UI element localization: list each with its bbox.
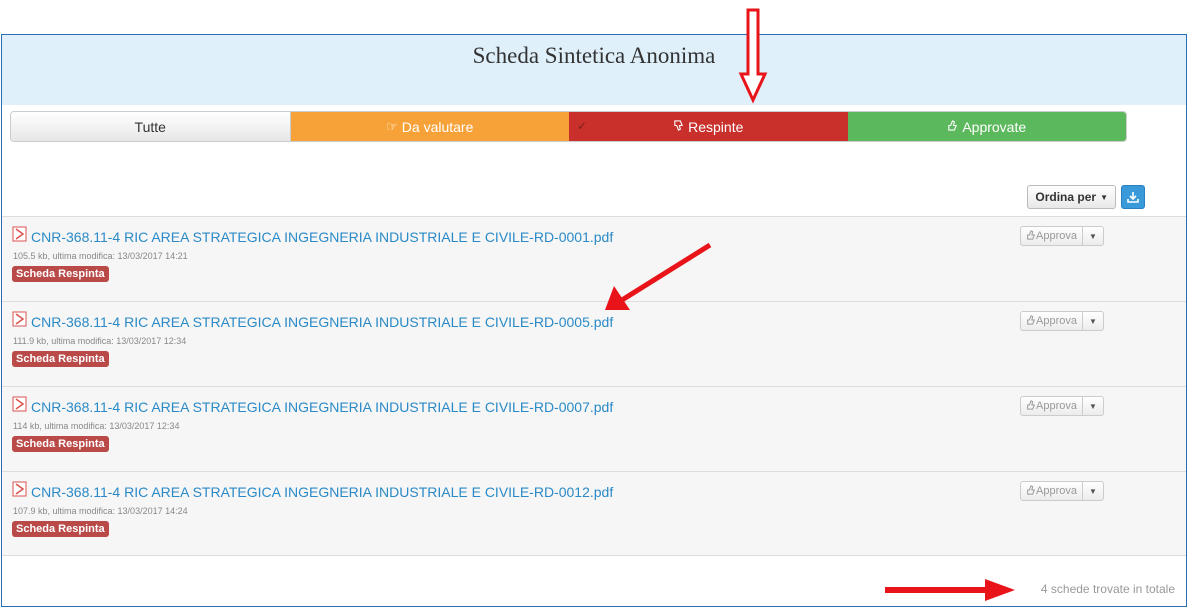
- approve-button[interactable]: Approva: [1021, 482, 1083, 500]
- thumbs-down-icon: [673, 119, 684, 134]
- annotation-arrow-diagonal: [605, 242, 712, 310]
- check-icon: ✓: [577, 119, 588, 133]
- status-badge: Scheda Respinta: [12, 521, 109, 537]
- approve-button-group: Approva ▼: [1020, 226, 1104, 246]
- tab-all[interactable]: Tutte: [11, 112, 291, 141]
- thumbs-up-icon: [1026, 484, 1036, 498]
- page-header: Scheda Sintetica Anonima: [2, 35, 1186, 105]
- sort-button-label: Ordina per: [1035, 190, 1097, 204]
- file-list: CNR-368.11-4 RIC AREA STRATEGICA INGEGNE…: [2, 216, 1186, 556]
- list-item: CNR-368.11-4 RIC AREA STRATEGICA INGEGNE…: [2, 301, 1186, 386]
- approve-button[interactable]: Approva: [1021, 312, 1083, 330]
- sort-button[interactable]: Ordina per ▼: [1027, 185, 1116, 209]
- annotation-arrow-down: [738, 8, 768, 104]
- main-panel: Scheda Sintetica Anonima Tutte ☞ Da valu…: [1, 34, 1187, 607]
- file-link[interactable]: CNR-368.11-4 RIC AREA STRATEGICA INGEGNE…: [31, 484, 613, 500]
- tab-all-label: Tutte: [134, 118, 166, 135]
- approve-button-group: Approva ▼: [1020, 396, 1104, 416]
- download-icon: [1127, 192, 1139, 203]
- caret-down-icon: ▼: [1100, 192, 1108, 202]
- tab-pending-label: Da valutare: [401, 118, 474, 135]
- pdf-icon: [12, 481, 27, 497]
- page-title: Scheda Sintetica Anonima: [472, 43, 716, 68]
- pdf-icon: [12, 311, 27, 327]
- list-item: CNR-368.11-4 RIC AREA STRATEGICA INGEGNE…: [2, 216, 1186, 301]
- thumbs-up-icon: [947, 119, 958, 134]
- approve-button-group: Approva ▼: [1020, 481, 1104, 501]
- approve-button[interactable]: Approva: [1021, 227, 1083, 245]
- tab-rejected-label: Respinte: [688, 118, 744, 135]
- approve-button[interactable]: Approva: [1021, 397, 1083, 415]
- approve-dropdown-toggle[interactable]: ▼: [1083, 482, 1103, 500]
- approve-dropdown-toggle[interactable]: ▼: [1083, 312, 1103, 330]
- approve-dropdown-toggle[interactable]: ▼: [1083, 227, 1103, 245]
- thumbs-right-icon: ☞: [386, 118, 398, 134]
- list-item: CNR-368.11-4 RIC AREA STRATEGICA INGEGNE…: [2, 386, 1186, 471]
- approve-label: Approva: [1036, 315, 1077, 327]
- file-meta: 114 kb, ultima modifica: 13/03/2017 12:3…: [13, 421, 180, 431]
- status-badge: Scheda Respinta: [12, 351, 109, 367]
- file-link[interactable]: CNR-368.11-4 RIC AREA STRATEGICA INGEGNE…: [31, 229, 613, 245]
- list-item: CNR-368.11-4 RIC AREA STRATEGICA INGEGNE…: [2, 471, 1186, 556]
- tab-rejected[interactable]: ✓ Respinte: [569, 112, 848, 141]
- thumbs-up-icon: [1026, 399, 1036, 413]
- filter-tabs: Tutte ☞ Da valutare ✓ Respinte Approvate: [10, 111, 1127, 142]
- pdf-icon: [12, 226, 27, 242]
- file-meta: 105.5 kb, ultima modifica: 13/03/2017 14…: [13, 251, 188, 261]
- file-link[interactable]: CNR-368.11-4 RIC AREA STRATEGICA INGEGNE…: [31, 314, 613, 330]
- tab-pending[interactable]: ☞ Da valutare: [290, 112, 569, 141]
- approve-label: Approva: [1036, 485, 1077, 497]
- status-badge: Scheda Respinta: [12, 266, 109, 282]
- tab-approved-label: Approvate: [962, 118, 1027, 135]
- download-button[interactable]: [1121, 185, 1145, 209]
- file-meta: 107.9 kb, ultima modifica: 13/03/2017 14…: [13, 506, 188, 516]
- approve-button-group: Approva ▼: [1020, 311, 1104, 331]
- list-toolbar: Ordina per ▼: [1027, 185, 1145, 209]
- annotation-arrow-right: [885, 579, 1015, 601]
- tab-approved[interactable]: Approvate: [847, 112, 1126, 141]
- thumbs-up-icon: [1026, 314, 1036, 328]
- file-meta: 111.9 kb, ultima modifica: 13/03/2017 12…: [13, 336, 187, 346]
- approve-dropdown-toggle[interactable]: ▼: [1083, 397, 1103, 415]
- approve-label: Approva: [1036, 230, 1077, 242]
- approve-label: Approva: [1036, 400, 1077, 412]
- results-count: 4 schede trovate in totale: [1040, 582, 1175, 596]
- thumbs-up-icon: [1026, 229, 1036, 243]
- status-badge: Scheda Respinta: [12, 436, 109, 452]
- file-link[interactable]: CNR-368.11-4 RIC AREA STRATEGICA INGEGNE…: [31, 399, 613, 415]
- pdf-icon: [12, 396, 27, 412]
